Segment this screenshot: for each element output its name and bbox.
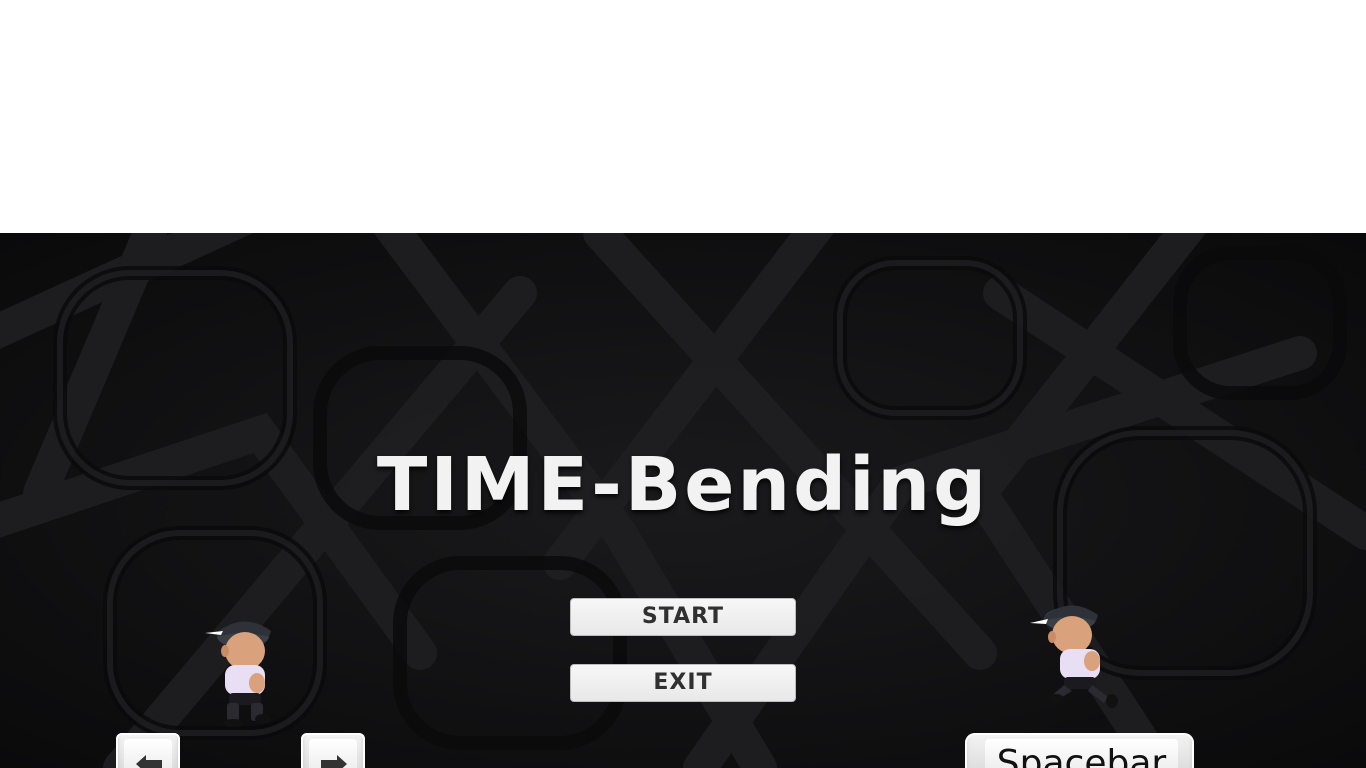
game-viewport: TIME-Bending START EXIT Spacebar	[0, 233, 1366, 768]
blank-top-area	[0, 0, 1366, 233]
left-arrow-key	[116, 733, 180, 768]
spacebar-key-face: Spacebar	[985, 739, 1178, 768]
spacebar-label: Spacebar	[996, 743, 1167, 768]
player-character-left	[205, 621, 271, 727]
right-arrow-icon	[321, 755, 347, 768]
spacebar-key: Spacebar	[965, 733, 1194, 768]
start-button[interactable]: START	[570, 598, 796, 636]
game-title: TIME-Bending	[376, 442, 990, 528]
exit-button[interactable]: EXIT	[570, 664, 796, 702]
right-key-face	[309, 739, 357, 768]
player-character-right	[1030, 605, 1118, 708]
right-arrow-key	[301, 733, 365, 768]
left-key-face	[124, 739, 172, 768]
left-arrow-icon	[136, 755, 162, 768]
